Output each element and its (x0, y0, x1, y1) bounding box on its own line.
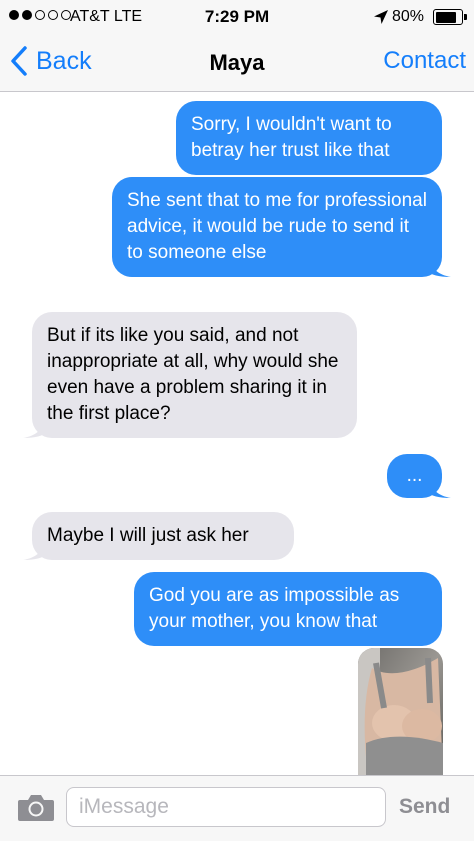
bubble-tail (427, 478, 451, 498)
back-button[interactable]: Back (8, 45, 92, 77)
battery-level (435, 11, 456, 23)
message-text: She sent that to me for professional adv… (127, 190, 427, 263)
photo-attachment[interactable] (358, 648, 443, 775)
message-text: Maybe I will just ask her (47, 525, 249, 546)
battery-percent: 80% (392, 8, 425, 25)
received-message-bubble[interactable]: But if its like you said, and not inappr… (23, 312, 357, 438)
message-text: Sorry, I wouldn't want to betray her tru… (191, 114, 392, 161)
sent-message-bubble[interactable]: Sorry, I wouldn't want to betray her tru… (176, 101, 442, 175)
sent-message-bubble[interactable]: God you are as impossible as your mother… (134, 572, 442, 646)
message-text: But if its like you said, and not inappr… (47, 325, 339, 424)
sent-message-bubble[interactable]: ... (387, 454, 451, 498)
sent-message-bubble[interactable]: She sent that to me for professional adv… (112, 177, 451, 277)
bubble-tail (23, 418, 47, 438)
imessage-input[interactable] (66, 787, 386, 827)
chevron-left-icon (11, 46, 27, 76)
message-thread[interactable]: Sorry, I wouldn't want to betray her tru… (0, 92, 474, 775)
back-label: Back (36, 46, 92, 75)
message-input-bar: Send (0, 775, 474, 841)
bubble-tail (427, 257, 451, 277)
status-bar: AT&T LTE 7:29 PM 80% (0, 0, 474, 34)
send-button[interactable]: Send (399, 795, 450, 819)
battery-icon (433, 9, 463, 25)
bubble-tail (23, 540, 47, 560)
battery-tip (464, 14, 467, 20)
message-text: ... (406, 465, 423, 486)
contact-button[interactable]: Contact (383, 47, 466, 75)
location-arrow-icon (374, 10, 388, 24)
navigation-bar: Back Maya Contact (0, 34, 474, 92)
camera-icon[interactable] (17, 792, 55, 822)
received-message-bubble[interactable]: Maybe I will just ask her (23, 512, 294, 560)
message-text: God you are as impossible as your mother… (149, 585, 400, 632)
